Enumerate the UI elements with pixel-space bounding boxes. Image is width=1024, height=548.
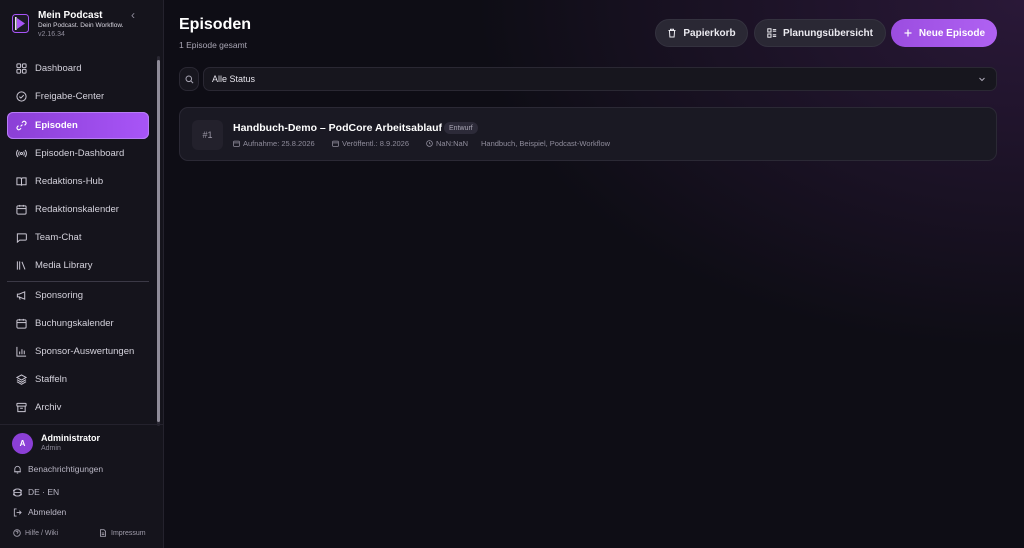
duration-text: NaN:NaN [436,139,469,148]
user-name: Administrator [41,433,101,443]
sidebar-scrollbar-thumb[interactable] [157,60,160,422]
calendar-icon [16,318,27,329]
publish-date-text: Veröffentl.: 8.9.2026 [342,139,409,148]
episode-number: #1 [192,120,223,150]
episode-tags: Handbuch, Beispiel, Podcast-Workflow [481,139,611,148]
status-badge: Entwurf [444,122,478,134]
notifications-label: Benachrichtigungen [28,464,104,474]
podcast-logo-icon [12,14,29,33]
check-circle-icon [16,91,27,102]
sidebar-item-label: Staffeln [35,374,68,385]
main-content: Episoden 1 Episode gesamt Papierkorb Pla… [164,0,1024,548]
sidebar-item-staffeln[interactable]: Staffeln [7,366,149,393]
bell-icon [14,465,21,474]
status-filter-select[interactable]: Alle Status [203,67,997,91]
trash-label: Papierkorb [683,27,736,39]
help-label: Hilfe / Wiki [25,529,59,537]
language-switch[interactable]: DE · EN [13,487,59,497]
sidebar-item-buchungskalender[interactable]: Buchungskalender [7,310,149,337]
episode-card[interactable]: #1 Handbuch-Demo – PodCore Arbeitsablauf… [179,107,997,161]
sidebar-item-sponsoring[interactable]: Sponsoring [7,282,149,309]
publish-date: Veröffentl.: 8.9.2026 [332,139,409,148]
brand-title: Mein Podcast [38,10,103,21]
library-icon [16,261,26,270]
episode-count: 1 Episode gesamt [179,40,248,50]
sidebar-item-redaktions-hub[interactable]: Redaktions-Hub [7,168,149,195]
sidebar-item-redaktionskalender[interactable]: Redaktionskalender [7,196,149,223]
user-role: Admin [41,445,61,452]
new-episode-button[interactable]: Neue Episode [891,19,997,47]
calendar-icon [16,204,27,215]
search-button[interactable] [179,67,199,91]
sidebar-item-episoden-dashboard[interactable]: Episoden-Dashboard [7,140,149,167]
trash-button[interactable]: Papierkorb [655,19,748,47]
episode-title: Handbuch-Demo – PodCore Arbeitsablauf [233,122,443,134]
sidebar-item-label: Sponsoring [35,290,84,301]
episode-duration: NaN:NaN [426,139,468,148]
page-title: Episoden [179,16,252,33]
sidebar-item-label: Buchungskalender [35,318,114,329]
help-wiki-link[interactable]: Hilfe / Wiki [13,529,58,537]
sidebar-item-archiv[interactable]: Archiv [7,394,149,421]
logout-button[interactable]: Abmelden [13,507,66,517]
layers-icon [16,374,27,385]
sidebar-item-sponsor-auswertungen[interactable]: Sponsor-Auswertungen [7,338,149,365]
sidebar-item-freigabe-center[interactable]: Freigabe-Center [7,83,149,110]
sidebar-item-label: Redaktions-Hub [35,176,104,187]
document-icon [100,529,106,537]
sidebar-item-episoden[interactable]: Episoden [7,112,149,139]
sidebar-item-label: Freigabe-Center [35,91,105,102]
planning-overview-button[interactable]: Planungsübersicht [754,19,886,47]
new-episode-label: Neue Episode [918,27,986,39]
sidebar-item-label: Sponsor-Auswertungen [35,346,135,357]
globe-icon [13,487,22,497]
brand-tagline: Dein Podcast. Dein Workflow. [38,22,124,29]
avatar[interactable]: A [12,433,33,454]
grid-list-icon [767,28,777,38]
logout-label: Abmelden [28,507,67,517]
planning-label: Planungsübersicht [782,27,873,39]
search-icon [184,74,193,83]
plus-icon [904,29,912,37]
recording-date-text: Aufnahme: 25.8.2026 [243,139,315,148]
sidebar-item-label: Media Library [35,260,93,271]
chevron-down-icon [979,77,985,82]
dashboard-icon [16,63,27,74]
sidebar-footer: A Administrator Admin Benachrichtigungen… [0,424,164,548]
sidebar: Mein Podcast Dein Podcast. Dein Workflow… [0,0,164,548]
recording-date: Aufnahme: 25.8.2026 [233,139,315,148]
trash-icon [668,28,676,38]
logout-icon [13,507,22,517]
sidebar-item-team-chat[interactable]: Team-Chat [7,224,149,251]
sidebar-item-dashboard[interactable]: Dashboard [7,55,149,82]
sidebar-item-label: Dashboard [35,63,82,74]
sidebar-item-label: Episoden [35,120,78,131]
megaphone-icon [16,291,26,300]
sidebar-item-label: Team-Chat [35,232,82,243]
app-version: v2.16.34 [38,31,65,38]
language-label: DE · EN [28,487,60,497]
clock-icon [426,140,433,147]
brand[interactable]: Mein Podcast Dein Podcast. Dein Workflow… [12,9,158,43]
book-icon [16,177,27,186]
sidebar-item-media-library[interactable]: Media Library [7,252,149,279]
chat-icon [16,233,27,243]
sidebar-item-label: Archiv [35,402,62,413]
collapse-sidebar-button[interactable]: ‹ [131,8,135,22]
bar-chart-icon [16,346,27,357]
link-icon [16,120,27,131]
sidebar-item-label: Redaktionskalender [35,204,119,215]
broadcast-icon [16,149,27,158]
archive-icon [16,402,27,413]
imprint-label: Impressum [111,529,146,537]
sidebar-item-label: Episoden-Dashboard [35,148,125,159]
calendar-icon [233,140,240,147]
status-filter-value: Alle Status [212,74,256,84]
imprint-link[interactable]: Impressum [99,529,146,537]
help-icon [13,529,21,537]
calendar-icon [332,140,339,147]
notifications-link[interactable]: Benachrichtigungen [13,464,103,474]
